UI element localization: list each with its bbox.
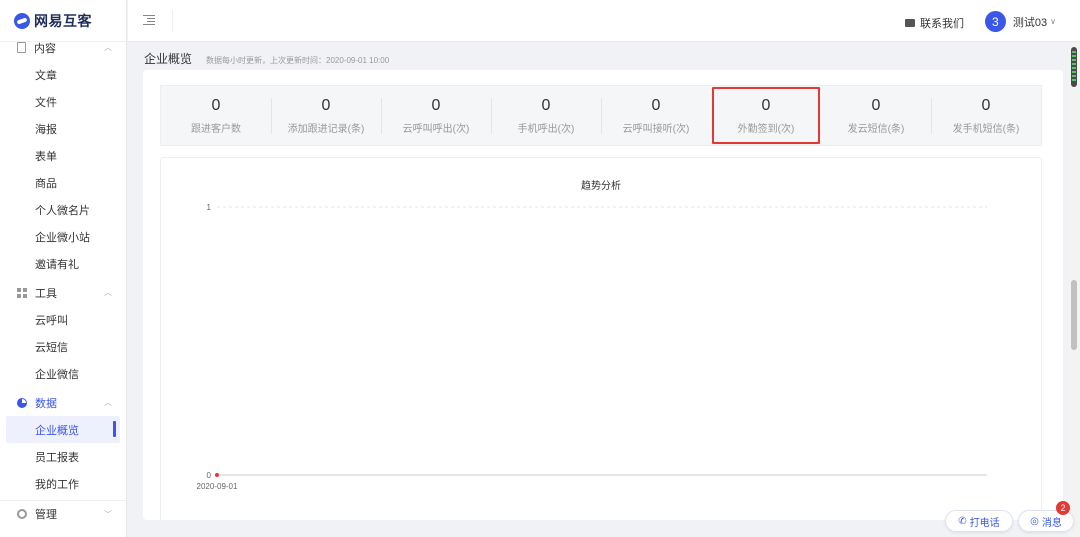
stat-follow-customers: 0 跟进客户数	[161, 86, 271, 145]
stat-follow-records: 0 添加跟进记录(条)	[271, 86, 381, 145]
stat-value: 0	[541, 96, 551, 114]
logo-icon	[14, 12, 30, 29]
header-divider	[172, 10, 173, 32]
stat-value: 0	[981, 96, 991, 114]
stat-value: 0	[651, 96, 661, 114]
overview-card: 0 跟进客户数 0 添加跟进记录(条) 0 云呼叫呼出(次) 0 手机呼出(次)…	[143, 70, 1063, 520]
sidebar-item-product[interactable]: 商品	[0, 169, 126, 196]
call-button[interactable]: ✆ 打电话	[945, 510, 1013, 532]
message-button-label: 消息	[1041, 517, 1062, 529]
stat-phone-call-out: 0 手机呼出(次)	[491, 86, 601, 145]
sidebar-item-file[interactable]: 文件	[0, 88, 126, 115]
menu-group-manage[interactable]: 管理 ﹀	[0, 500, 126, 527]
sidebar-item-my-work[interactable]: 我的工作	[0, 470, 126, 497]
menu-group-label: 工具	[35, 287, 57, 300]
trend-chart-panel: 趋势分析 0 1 2020-09-01	[160, 157, 1042, 520]
stat-label: 发手机短信(条)	[952, 123, 1020, 135]
sidebar-item-form[interactable]: 表单	[0, 142, 126, 169]
gear-icon	[17, 509, 27, 519]
pie-chart-icon	[17, 397, 27, 408]
message-icon	[905, 19, 915, 27]
stat-value: 0	[431, 96, 441, 114]
stats-bar: 0 跟进客户数 0 添加跟进记录(条) 0 云呼叫呼出(次) 0 手机呼出(次)…	[160, 85, 1042, 146]
stat-cloud-call-out: 0 云呼叫呼出(次)	[381, 86, 491, 145]
sidebar-menu: 内容 ︿ 文章 文件 海报 表单 商品 个人微名片 企业微小站 邀请有礼 工具 …	[0, 34, 126, 527]
document-icon	[17, 42, 26, 53]
contact-us-label: 联系我们	[920, 18, 964, 30]
chevron-up-icon: ︿	[104, 288, 112, 297]
stat-value: 0	[871, 96, 881, 114]
stat-label: 手机呼出(次)	[517, 123, 575, 135]
trend-chart: 0 1 2020-09-01	[197, 203, 987, 491]
sidebar-item-cloud-call[interactable]: 云呼叫	[0, 306, 126, 333]
stat-cloud-sms: 0 发云短信(条)	[821, 86, 931, 145]
call-button-label: 打电话	[969, 517, 1000, 529]
x-tick-label: 2020-09-01	[197, 482, 238, 491]
sidebar-item-article[interactable]: 文章	[0, 61, 126, 88]
stat-label: 跟进客户数	[191, 123, 241, 135]
page-scrollbar[interactable]	[1068, 42, 1080, 537]
sidebar: 网易互客 内容 ︿ 文章 文件 海报 表单 商品 个人微名片 企业微小站 邀请有…	[0, 0, 127, 537]
stat-label: 添加跟进记录(条)	[287, 123, 365, 135]
update-note: 数据每小时更新，上次更新时间：2020-09-01 10:00	[206, 56, 390, 65]
menu-group-label: 管理	[35, 509, 57, 521]
menu-group-tools[interactable]: 工具 ︿	[0, 279, 126, 306]
stat-label: 发云短信(条)	[847, 123, 905, 135]
sidebar-item-cloud-sms[interactable]: 云短信	[0, 333, 126, 360]
sidebar-item-staff-report[interactable]: 员工报表	[0, 443, 126, 470]
chevron-down-icon: ∨	[1050, 17, 1056, 26]
sidebar-item-poster[interactable]: 海报	[0, 115, 126, 142]
stat-cloud-call-answer: 0 云呼叫接听(次)	[601, 86, 711, 145]
logo-text: 网易互客	[34, 12, 92, 29]
menu-group-data[interactable]: 数据 ︿	[0, 389, 126, 416]
avatar: 3	[984, 11, 1006, 32]
top-header: 联系我们 3 测试03 ∨	[128, 0, 1080, 42]
menu-group-content[interactable]: 内容 ︿	[0, 34, 126, 61]
grid-icon	[17, 287, 27, 298]
stat-label: 外勤签到(次)	[737, 123, 795, 135]
y-tick-label: 0	[207, 471, 212, 480]
chevron-up-icon: ︿	[104, 398, 112, 407]
scrollbar-thumb[interactable]	[1071, 280, 1077, 350]
scroll-indicator	[1071, 47, 1077, 87]
menu-group-label: 数据	[35, 397, 57, 410]
stat-label: 云呼叫接听(次)	[622, 123, 690, 135]
user-name: 测试03	[1012, 16, 1048, 29]
chevron-down-icon: ﹀	[104, 509, 112, 519]
chat-icon: ◎	[1030, 515, 1039, 527]
sidebar-item-enterprise-overview[interactable]: 企业概览	[6, 416, 120, 443]
chevron-up-icon: ︿	[104, 43, 112, 52]
stat-phone-sms: 0 发手机短信(条)	[931, 86, 1041, 145]
y-tick-label: 1	[207, 203, 212, 212]
sidebar-item-invite-reward[interactable]: 邀请有礼	[0, 250, 126, 277]
stat-value: 0	[211, 96, 221, 114]
message-badge: 2	[1056, 501, 1070, 515]
stat-value: 0	[761, 96, 771, 114]
menu-collapse-icon[interactable]	[143, 14, 155, 26]
data-point	[215, 473, 219, 477]
sidebar-item-wecom[interactable]: 企业微信	[0, 360, 126, 387]
page-heading: 企业概览 数据每小时更新，上次更新时间：2020-09-01 10:00	[144, 50, 389, 67]
page-title: 企业概览	[144, 52, 193, 66]
sidebar-item-micro-site[interactable]: 企业微小站	[0, 223, 126, 250]
stat-label: 云呼叫呼出(次)	[402, 123, 470, 135]
menu-group-label: 内容	[34, 42, 56, 55]
sidebar-item-business-card[interactable]: 个人微名片	[0, 196, 126, 223]
user-menu[interactable]: 3 测试03 ∨	[984, 11, 1056, 32]
stat-value: 0	[321, 96, 331, 114]
stat-field-checkin: 0 外勤签到(次)	[711, 86, 821, 145]
phone-icon: ✆	[958, 515, 967, 527]
contact-us-link[interactable]: 联系我们	[905, 15, 964, 31]
